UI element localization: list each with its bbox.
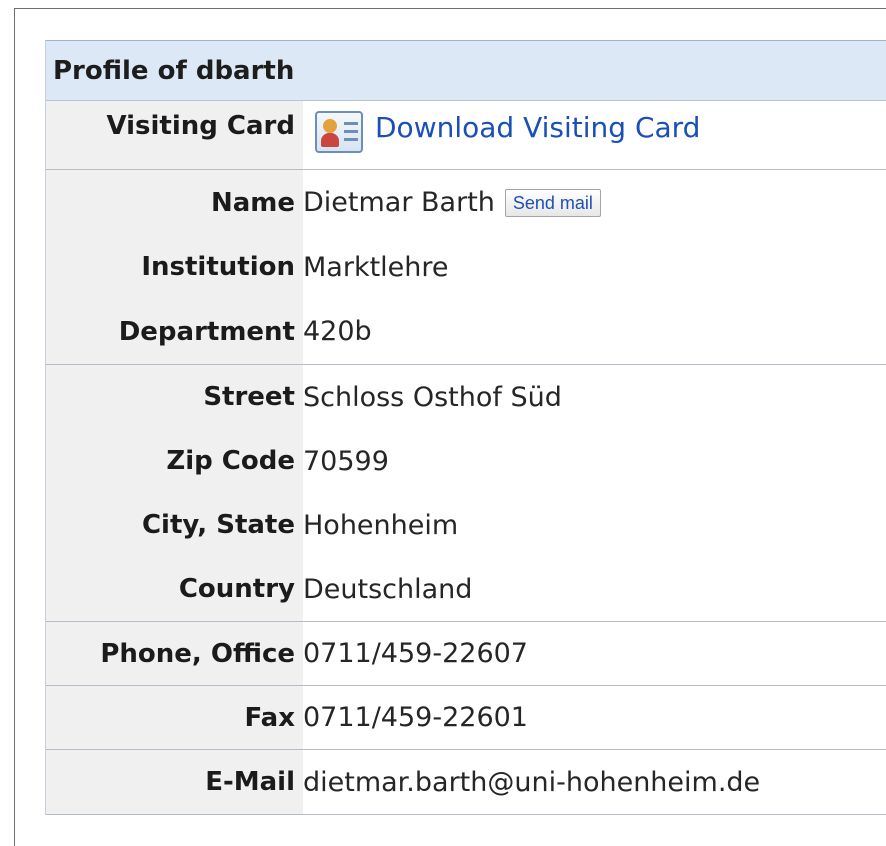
value-visiting-card: Download Visiting Card bbox=[303, 101, 886, 169]
label-country: Country bbox=[46, 557, 303, 621]
value-city-state: Hohenheim bbox=[303, 493, 886, 557]
row-phone-office: Phone, Office 0711/459-22607 bbox=[46, 622, 886, 686]
row-institution: Institution Marktlehre bbox=[46, 235, 886, 299]
download-visiting-card-link[interactable]: Download Visiting Card bbox=[375, 111, 700, 144]
value-department: 420b bbox=[303, 299, 886, 364]
name-text: Dietmar Barth bbox=[303, 187, 495, 218]
label-zip-code: Zip Code bbox=[46, 429, 303, 493]
label-city-state: City, State bbox=[46, 493, 303, 557]
send-mail-button[interactable]: Send mail bbox=[504, 188, 601, 217]
value-institution: Marktlehre bbox=[303, 235, 886, 299]
row-city-state: City, State Hohenheim bbox=[46, 493, 886, 557]
value-phone-office: 0711/459-22607 bbox=[303, 622, 886, 685]
row-visiting-card: Visiting Card Download Visiting Card bbox=[46, 101, 886, 170]
label-phone-office: Phone, Office bbox=[46, 622, 303, 685]
row-department: Department 420b bbox=[46, 299, 886, 365]
row-zip-code: Zip Code 70599 bbox=[46, 429, 886, 493]
row-fax: Fax 0711/459-22601 bbox=[46, 686, 886, 750]
label-department: Department bbox=[46, 299, 303, 364]
value-email[interactable]: dietmar.barth@uni-hohenheim.de bbox=[303, 750, 886, 814]
label-name: Name bbox=[46, 170, 303, 235]
label-visiting-card: Visiting Card bbox=[46, 101, 303, 169]
label-fax: Fax bbox=[46, 686, 303, 749]
label-email: E-Mail bbox=[46, 750, 303, 814]
profile-title: Profile of dbarth bbox=[46, 41, 886, 101]
label-institution: Institution bbox=[46, 235, 303, 299]
value-name: Dietmar Barth Send mail bbox=[303, 170, 886, 235]
value-street: Schloss Osthof Süd bbox=[303, 365, 886, 429]
profile-table: Profile of dbarth Visiting Card Download… bbox=[45, 40, 886, 815]
value-fax: 0711/459-22601 bbox=[303, 686, 886, 749]
row-name: Name Dietmar Barth Send mail bbox=[46, 170, 886, 235]
row-email: E-Mail dietmar.barth@uni-hohenheim.de bbox=[46, 750, 886, 815]
row-street: Street Schloss Osthof Süd bbox=[46, 365, 886, 429]
row-country: Country Deutschland bbox=[46, 557, 886, 622]
label-street: Street bbox=[46, 365, 303, 429]
value-country: Deutschland bbox=[303, 557, 886, 621]
visiting-card-icon[interactable] bbox=[315, 111, 363, 153]
value-zip-code: 70599 bbox=[303, 429, 886, 493]
